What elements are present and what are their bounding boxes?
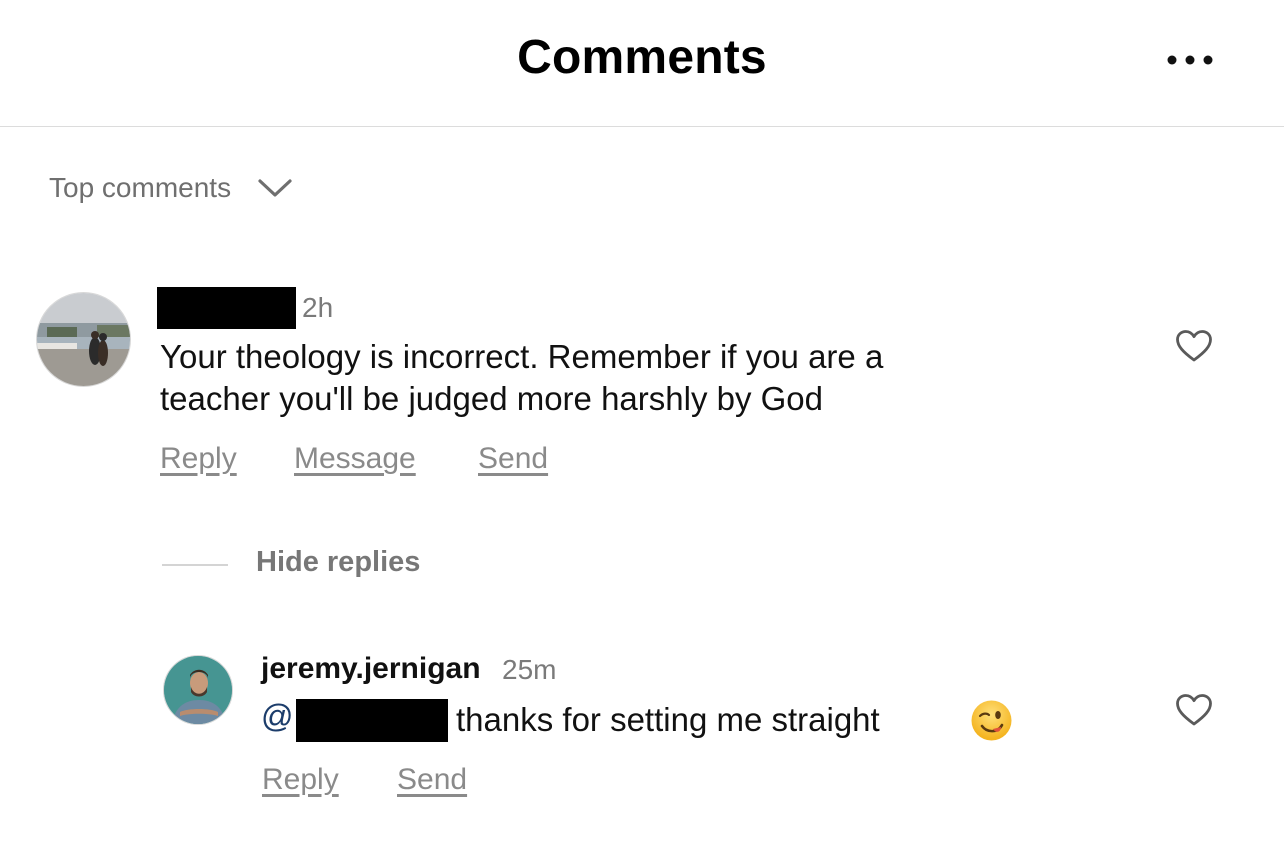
reply-text: thanks for setting me straight (456, 701, 880, 738)
reply-reply-button[interactable]: Reply (262, 763, 339, 797)
reply-timestamp: 25m (502, 654, 557, 685)
reply-avatar[interactable] (163, 655, 233, 725)
comment-text-line2: teacher you'll be judged more harshly by… (160, 380, 824, 417)
more-horizontal-icon (1167, 55, 1213, 65)
header-bar: Comments (0, 0, 1284, 127)
comment-timestamp: 2h (302, 292, 334, 323)
reply-send-button[interactable]: Send (397, 763, 467, 797)
comments-page: Comments Top comments 2h Your theology i… (0, 0, 1284, 848)
avatar[interactable] (36, 292, 131, 387)
reply-button[interactable]: Reply (160, 442, 237, 476)
hide-replies-button[interactable]: Hide replies (256, 546, 420, 579)
reply-username[interactable]: jeremy.jernigan (261, 652, 481, 686)
message-button[interactable]: Message (294, 442, 416, 476)
wink-emoji (970, 699, 1013, 742)
heart-icon (1176, 694, 1212, 726)
mention-prefix[interactable]: @ (261, 698, 293, 735)
chevron-down-icon (257, 177, 293, 199)
reply-like-button[interactable] (1174, 690, 1214, 730)
like-button[interactable] (1174, 326, 1214, 366)
sort-label: Top comments (49, 172, 232, 203)
sort-dropdown[interactable]: Top comments (49, 168, 293, 208)
replies-divider (162, 564, 228, 566)
comment-text-line1: Your theology is incorrect. Remember if … (160, 338, 884, 375)
send-button[interactable]: Send (478, 442, 548, 476)
more-options-button[interactable] (1160, 44, 1220, 76)
page-title: Comments (517, 31, 767, 84)
heart-icon (1176, 330, 1212, 362)
mention-redacted[interactable] (296, 699, 448, 742)
username-redacted[interactable] (157, 287, 296, 329)
